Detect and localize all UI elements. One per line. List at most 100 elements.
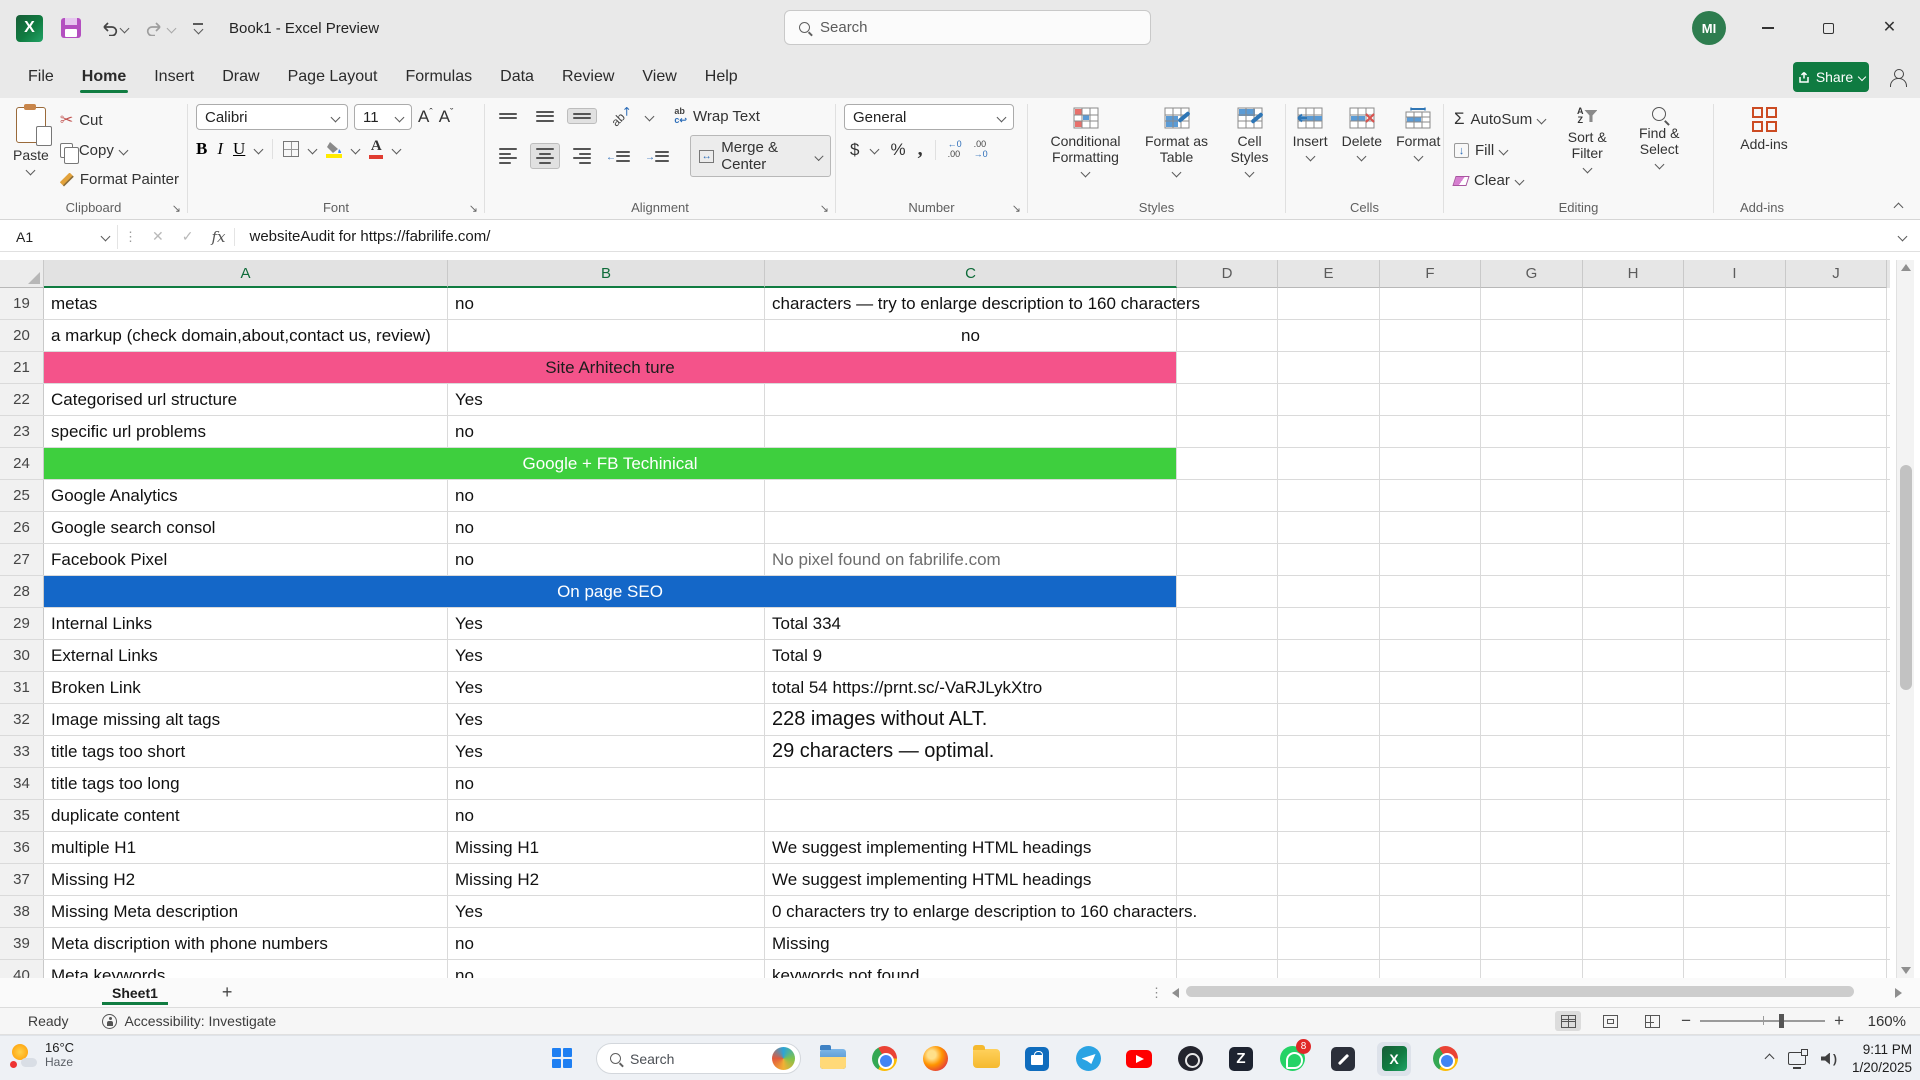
- cell-a27[interactable]: Facebook Pixel: [44, 544, 448, 575]
- chevron-down-icon[interactable]: [870, 145, 880, 155]
- cell-d30[interactable]: [1177, 640, 1278, 671]
- cell-h26[interactable]: [1583, 512, 1684, 543]
- excel-taskbar-button[interactable]: X: [1377, 1042, 1411, 1076]
- cell-e28[interactable]: [1278, 576, 1380, 607]
- cut-button[interactable]: ✂Cut: [56, 109, 183, 131]
- cell-g27[interactable]: [1481, 544, 1583, 575]
- add-sheet-button[interactable]: +: [222, 982, 233, 1003]
- cell-g26[interactable]: [1481, 512, 1583, 543]
- column-header-h[interactable]: H: [1583, 260, 1684, 288]
- redo-button[interactable]: [146, 21, 175, 36]
- whatsapp-button[interactable]: 8: [1275, 1042, 1309, 1076]
- cell-h27[interactable]: [1583, 544, 1684, 575]
- column-header-i[interactable]: I: [1684, 260, 1786, 288]
- page-break-view-button[interactable]: [1639, 1011, 1665, 1031]
- row-header-39[interactable]: 39: [0, 928, 44, 959]
- cell-i36[interactable]: [1684, 832, 1786, 863]
- cell-b36[interactable]: Missing H1: [448, 832, 765, 863]
- tab-review[interactable]: Review: [548, 59, 628, 95]
- row-header-22[interactable]: 22: [0, 384, 44, 415]
- cell-c22[interactable]: [765, 384, 1177, 415]
- cell-e34[interactable]: [1278, 768, 1380, 799]
- cell-f21[interactable]: [1380, 352, 1481, 383]
- cell-c34[interactable]: [765, 768, 1177, 799]
- cell-a19[interactable]: metas: [44, 288, 448, 319]
- cell-e32[interactable]: [1278, 704, 1380, 735]
- cell-h19[interactable]: [1583, 288, 1684, 319]
- cell-g29[interactable]: [1481, 608, 1583, 639]
- cell-g37[interactable]: [1481, 864, 1583, 895]
- zoom-level[interactable]: 160%: [1860, 1013, 1906, 1030]
- cell-h40[interactable]: [1583, 960, 1684, 978]
- cell-a39[interactable]: Meta discription with phone numbers: [44, 928, 448, 959]
- align-right-button[interactable]: [567, 143, 597, 169]
- zoom-thumb[interactable]: [1779, 1014, 1784, 1028]
- cell-j23[interactable]: [1786, 416, 1887, 447]
- scrollbar-thumb[interactable]: [1186, 986, 1854, 997]
- column-header-j[interactable]: J: [1786, 260, 1887, 288]
- cell-j31[interactable]: [1786, 672, 1887, 703]
- cell-e26[interactable]: [1278, 512, 1380, 543]
- tab-data[interactable]: Data: [486, 59, 548, 95]
- cell-g28[interactable]: [1481, 576, 1583, 607]
- row-header-29[interactable]: 29: [0, 608, 44, 639]
- cell-c38[interactable]: 0 characters try to enlarge description …: [765, 896, 1177, 927]
- zoom-in-icon[interactable]: +: [1834, 1011, 1844, 1031]
- paste-button[interactable]: Paste: [8, 104, 54, 195]
- cell-f37[interactable]: [1380, 864, 1481, 895]
- column-header-a[interactable]: A: [44, 260, 448, 288]
- cell-d25[interactable]: [1177, 480, 1278, 511]
- cell-b23[interactable]: no: [448, 416, 765, 447]
- tray-overflow-icon[interactable]: [1764, 1054, 1774, 1064]
- row-header-23[interactable]: 23: [0, 416, 44, 447]
- cell-c33[interactable]: 29 characters — optimal.: [765, 736, 1177, 767]
- camera-app-button[interactable]: [1173, 1042, 1207, 1076]
- expand-formula-bar-icon[interactable]: [1898, 232, 1908, 242]
- cell-f40[interactable]: [1380, 960, 1481, 978]
- cell-e25[interactable]: [1278, 480, 1380, 511]
- tab-page-layout[interactable]: Page Layout: [274, 59, 392, 95]
- cell-e20[interactable]: [1278, 320, 1380, 351]
- cell-i28[interactable]: [1684, 576, 1786, 607]
- autosum-button[interactable]: ΣAutoSum: [1454, 109, 1545, 129]
- cell-d29[interactable]: [1177, 608, 1278, 639]
- cell-j32[interactable]: [1786, 704, 1887, 735]
- cell-j30[interactable]: [1786, 640, 1887, 671]
- chrome-button[interactable]: [867, 1042, 901, 1076]
- cell-i35[interactable]: [1684, 800, 1786, 831]
- cell-i30[interactable]: [1684, 640, 1786, 671]
- align-left-button[interactable]: [493, 143, 523, 169]
- cell-e22[interactable]: [1278, 384, 1380, 415]
- row-header-25[interactable]: 25: [0, 480, 44, 511]
- copy-button[interactable]: Copy: [56, 141, 183, 160]
- cell-j34[interactable]: [1786, 768, 1887, 799]
- cell-a30[interactable]: External Links: [44, 640, 448, 671]
- cell-j29[interactable]: [1786, 608, 1887, 639]
- cell-g33[interactable]: [1481, 736, 1583, 767]
- cell-j21[interactable]: [1786, 352, 1887, 383]
- cell-d40[interactable]: [1177, 960, 1278, 978]
- cell-d21[interactable]: [1177, 352, 1278, 383]
- cell-i27[interactable]: [1684, 544, 1786, 575]
- column-header-g[interactable]: G: [1481, 260, 1583, 288]
- cell-c27[interactable]: No pixel found on fabrilife.com: [765, 544, 1177, 575]
- increase-font-size-button[interactable]: Aˆ: [418, 107, 433, 127]
- select-all-corner[interactable]: [0, 260, 44, 288]
- borders-button[interactable]: [283, 141, 299, 157]
- cell-j22[interactable]: [1786, 384, 1887, 415]
- cell-a36[interactable]: multiple H1: [44, 832, 448, 863]
- cell-c19[interactable]: characters — try to enlarge description …: [765, 288, 1177, 319]
- column-header-c[interactable]: C: [765, 260, 1177, 288]
- decrease-decimal-button[interactable]: .00→0: [974, 140, 988, 160]
- cell-b27[interactable]: no: [448, 544, 765, 575]
- format-cells-button[interactable]: Format: [1391, 104, 1445, 195]
- bottom-align-button[interactable]: [567, 108, 597, 125]
- cell-h22[interactable]: [1583, 384, 1684, 415]
- scroll-right-icon[interactable]: [1895, 988, 1902, 998]
- cell-f33[interactable]: [1380, 736, 1481, 767]
- row-header-19[interactable]: 19: [0, 288, 44, 319]
- cell-c30[interactable]: Total 9: [765, 640, 1177, 671]
- cell-f22[interactable]: [1380, 384, 1481, 415]
- decrease-font-size-button[interactable]: Aˇ: [439, 107, 454, 127]
- clear-button[interactable]: Clear: [1454, 172, 1545, 189]
